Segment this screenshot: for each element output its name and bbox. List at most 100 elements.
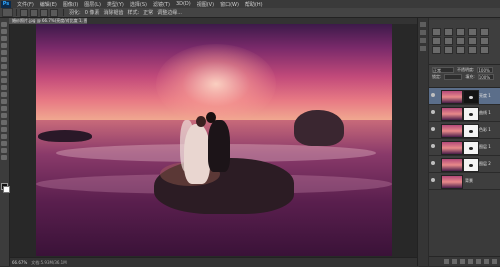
menu-type[interactable]: 类型(Y) — [104, 1, 127, 8]
blend-mode-select[interactable]: 正常 — [432, 66, 454, 73]
layer-thumbnail — [441, 158, 463, 172]
vibrance-icon[interactable] — [480, 28, 489, 36]
dodge-tool-icon[interactable] — [1, 113, 7, 118]
shape-tool-icon[interactable] — [1, 141, 7, 146]
eye-icon[interactable] — [431, 144, 435, 148]
exposure-icon[interactable] — [468, 28, 477, 36]
zoom-level[interactable]: 66.67% — [12, 260, 27, 265]
photo-filter-icon[interactable] — [468, 37, 477, 45]
history-panel-icon[interactable] — [420, 22, 426, 27]
eye-icon[interactable] — [431, 110, 435, 114]
mask-shape — [469, 113, 473, 116]
divider — [16, 9, 17, 16]
add-selection-icon[interactable] — [30, 8, 38, 17]
move-tool-icon[interactable] — [1, 22, 7, 27]
pen-tool-icon[interactable] — [1, 120, 7, 125]
layer-style-icon[interactable] — [452, 259, 457, 264]
add-mask-icon[interactable] — [460, 259, 465, 264]
properties-panel-icon[interactable] — [420, 30, 426, 35]
new-selection-icon[interactable] — [20, 8, 28, 17]
lasso-tool-icon[interactable] — [1, 36, 7, 41]
adjustment-layer-icon[interactable] — [468, 259, 473, 264]
fill-label: 填充: — [465, 73, 475, 79]
hand-tool-icon[interactable] — [1, 148, 7, 153]
refine-edge-button[interactable]: 调整边缘... — [155, 9, 184, 16]
gradient-map-icon[interactable] — [468, 46, 477, 54]
layer-row[interactable]: 亮度 1 — [429, 88, 500, 105]
blur-tool-icon[interactable] — [1, 106, 7, 111]
menu-view[interactable]: 视图(V) — [194, 1, 217, 8]
type-tool-icon[interactable] — [1, 127, 7, 132]
layer-name: 色彩 1 — [479, 127, 491, 132]
lock-buttons[interactable] — [444, 73, 463, 80]
clone-stamp-tool-icon[interactable] — [1, 78, 7, 83]
link-layers-icon[interactable] — [444, 259, 449, 264]
trash-icon[interactable] — [492, 259, 497, 264]
menu-3d[interactable]: 3D(D) — [173, 1, 194, 7]
marquee-tool-preset-icon[interactable] — [2, 8, 13, 17]
levels-icon[interactable] — [444, 28, 453, 36]
eye-icon[interactable] — [431, 161, 435, 165]
menu-file[interactable]: 文件(F) — [14, 1, 37, 8]
menu-edit[interactable]: 编辑(E) — [37, 1, 60, 8]
layer-row[interactable]: 图层 1 — [429, 139, 500, 156]
menu-filter[interactable]: 滤镜(T) — [150, 1, 173, 8]
layer-mask-thumbnail[interactable] — [463, 141, 479, 155]
eye-icon[interactable] — [431, 93, 435, 97]
opacity-input[interactable]: 100% — [477, 66, 494, 73]
selective-color-icon[interactable] — [480, 46, 489, 54]
layer-mask-thumbnail[interactable] — [463, 107, 479, 121]
history-brush-tool-icon[interactable] — [1, 85, 7, 90]
quick-select-tool-icon[interactable] — [1, 43, 7, 48]
menu-window[interactable]: 窗口(W) — [217, 1, 242, 8]
paragraph-panel-icon[interactable] — [420, 46, 426, 51]
antialias-checkbox[interactable]: 消除锯齿 — [101, 9, 125, 16]
brightness-contrast-icon[interactable] — [432, 28, 441, 36]
feather-input[interactable]: 0 像素 — [83, 9, 102, 16]
layer-mask-thumbnail[interactable] — [463, 124, 479, 138]
menu-help[interactable]: 帮助(H) — [242, 1, 266, 8]
document-canvas-image[interactable] — [36, 24, 392, 256]
healing-brush-tool-icon[interactable] — [1, 64, 7, 69]
new-layer-icon[interactable] — [484, 259, 489, 264]
layer-name: 图层 1 — [479, 144, 491, 149]
style-select[interactable]: 正常 — [141, 9, 155, 16]
layer-row[interactable]: 图层 2 — [429, 156, 500, 173]
eyedropper-tool-icon[interactable] — [1, 57, 7, 62]
menu-image[interactable]: 图像(I) — [60, 1, 81, 8]
color-balance-icon[interactable] — [444, 37, 453, 45]
layer-row[interactable]: 背景 — [429, 173, 500, 190]
character-panel-icon[interactable] — [420, 38, 426, 43]
groom-head — [206, 112, 216, 123]
new-group-icon[interactable] — [476, 259, 481, 264]
path-select-tool-icon[interactable] — [1, 134, 7, 139]
threshold-icon[interactable] — [456, 46, 465, 54]
crop-tool-icon[interactable] — [1, 50, 7, 55]
menu-layer[interactable]: 图层(L) — [81, 1, 104, 8]
posterize-icon[interactable] — [444, 46, 453, 54]
hue-saturation-icon[interactable] — [432, 37, 441, 45]
invert-icon[interactable] — [432, 46, 441, 54]
menu-select[interactable]: 选择(S) — [127, 1, 150, 8]
layer-mask-thumbnail[interactable] — [463, 158, 479, 172]
black-white-icon[interactable] — [456, 37, 465, 45]
eye-icon[interactable] — [431, 127, 435, 131]
bride-head — [196, 116, 206, 127]
layer-mask-thumbnail[interactable] — [463, 90, 479, 104]
eraser-tool-icon[interactable] — [1, 92, 7, 97]
zoom-tool-icon[interactable] — [1, 155, 7, 160]
layers-panel-header: 正常 不透明度: 100% 锁定: 填充: 100% — [429, 65, 500, 88]
channel-mixer-icon[interactable] — [480, 37, 489, 45]
brush-tool-icon[interactable] — [1, 71, 7, 76]
layer-row[interactable]: 色彩 1 — [429, 122, 500, 139]
bride — [184, 124, 210, 184]
subtract-selection-icon[interactable] — [40, 8, 48, 17]
background-color-swatch[interactable] — [3, 186, 10, 193]
intersect-selection-icon[interactable] — [50, 8, 58, 17]
gradient-tool-icon[interactable] — [1, 99, 7, 104]
curves-icon[interactable] — [456, 28, 465, 36]
layer-row[interactable]: 曲线 1 — [429, 105, 500, 122]
eye-icon[interactable] — [431, 178, 435, 182]
fill-input[interactable]: 100% — [477, 73, 494, 80]
marquee-tool-icon[interactable] — [1, 29, 7, 34]
